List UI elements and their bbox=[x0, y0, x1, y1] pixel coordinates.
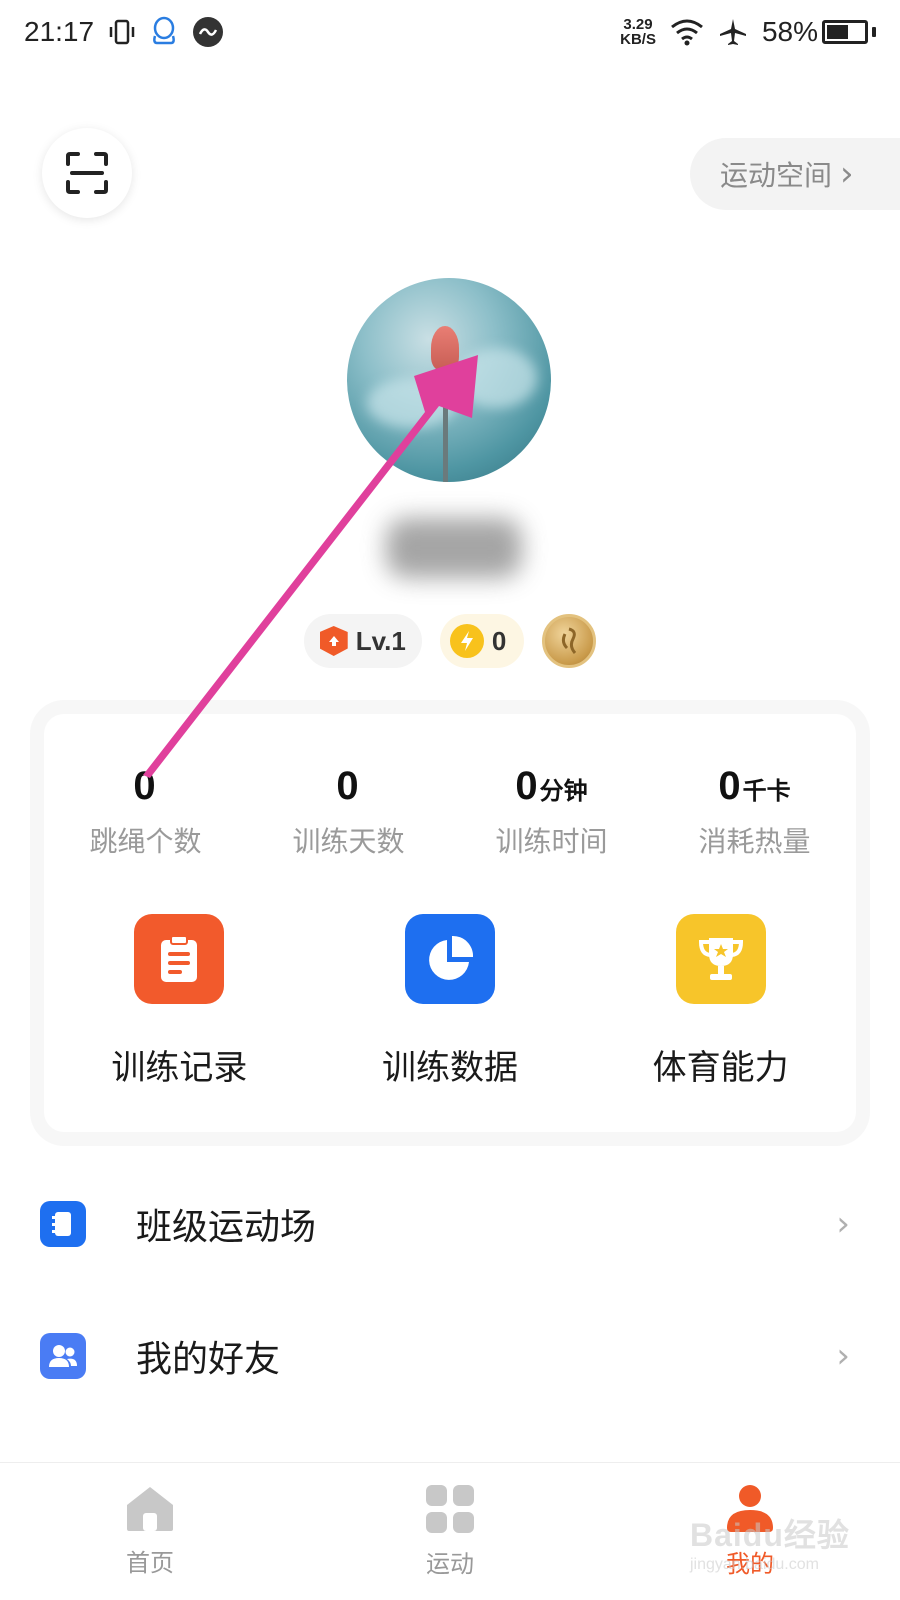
wifi-icon bbox=[671, 19, 703, 46]
avatar[interactable] bbox=[347, 278, 551, 482]
profile-badges: Lv.1 0 bbox=[0, 614, 900, 668]
stat-rope-count[interactable]: 0 跳绳个数 bbox=[44, 764, 247, 860]
stat-number: 0 bbox=[718, 764, 741, 808]
stat-value: 0 bbox=[247, 764, 450, 814]
airplane-icon bbox=[719, 19, 746, 45]
stats-card: 0 跳绳个数 0 训练天数 0分钟 训练时间 0千卡 消耗热量 训练记录 训练数… bbox=[44, 714, 856, 1132]
chevron-right-icon: › bbox=[836, 1204, 850, 1244]
tools-row: 训练记录 训练数据 体育能力 bbox=[44, 914, 856, 1089]
level-badge[interactable]: Lv.1 bbox=[303, 614, 422, 668]
energy-badge[interactable]: 0 bbox=[439, 614, 525, 668]
home-icon bbox=[127, 1487, 173, 1531]
network-speed: 3.29 KB/S bbox=[620, 17, 656, 47]
scan-button[interactable] bbox=[42, 128, 132, 218]
chevron-right-icon: › bbox=[840, 154, 854, 194]
lightning-icon bbox=[449, 624, 484, 658]
energy-count: 0 bbox=[491, 625, 507, 656]
friends-icon bbox=[40, 1333, 86, 1379]
nickname-blurred bbox=[386, 518, 522, 578]
tool-icon-tile bbox=[405, 914, 495, 1004]
chevron-right-icon: › bbox=[836, 1336, 850, 1376]
avatar-cloud bbox=[457, 348, 537, 408]
stat-label: 训练时间 bbox=[495, 825, 608, 858]
stat-label: 训练天数 bbox=[292, 825, 405, 858]
stats-row: 0 跳绳个数 0 训练天数 0分钟 训练时间 0千卡 消耗热量 bbox=[44, 764, 856, 860]
medal-icon[interactable] bbox=[542, 614, 597, 668]
avatar-flower bbox=[431, 326, 459, 370]
stat-label: 跳绳个数 bbox=[89, 825, 202, 858]
network-speed-value: 3.29 bbox=[623, 16, 653, 33]
stat-value: 0 bbox=[44, 764, 247, 814]
trophy-icon bbox=[698, 938, 743, 980]
training-records-button[interactable]: 训练记录 bbox=[44, 914, 315, 1089]
my-friends-item[interactable]: 我的好友 › bbox=[0, 1306, 900, 1406]
class-playground-item[interactable]: 班级运动场 › bbox=[0, 1174, 900, 1274]
stat-training-days[interactable]: 0 训练天数 bbox=[247, 764, 450, 860]
scan-icon bbox=[66, 152, 108, 194]
battery-tip bbox=[872, 27, 876, 37]
watermark-logo: Baidu经验 bbox=[690, 1517, 850, 1553]
level-text: Lv.1 bbox=[355, 625, 406, 656]
battery: 58% bbox=[762, 16, 876, 48]
battery-level-fill bbox=[827, 25, 848, 39]
stat-calories[interactable]: 0千卡 消耗热量 bbox=[653, 764, 856, 860]
notebook-icon bbox=[40, 1201, 86, 1247]
status-bar-right: 3.29 KB/S 58% bbox=[620, 16, 876, 48]
tool-icon-tile bbox=[675, 914, 766, 1004]
stat-number: 0 bbox=[336, 764, 359, 808]
stat-unit: 千卡 bbox=[742, 778, 791, 805]
nav-home[interactable]: 首页 bbox=[0, 1463, 300, 1600]
tool-label: 体育能力 bbox=[652, 1048, 789, 1088]
nav-label: 首页 bbox=[126, 1549, 174, 1577]
sports-space-label: 运动空间 bbox=[720, 159, 833, 192]
sports-ability-button[interactable]: 体育能力 bbox=[585, 914, 856, 1089]
menu-label: 班级运动场 bbox=[136, 1207, 317, 1248]
tool-label: 训练记录 bbox=[111, 1048, 248, 1088]
level-shield-icon bbox=[319, 626, 348, 656]
stat-value: 0分钟 bbox=[450, 764, 653, 814]
battery-percent: 58% bbox=[761, 16, 818, 47]
app-notification-icon bbox=[193, 17, 224, 47]
stat-value: 0千卡 bbox=[653, 764, 856, 814]
menu-label: 我的好友 bbox=[136, 1339, 281, 1380]
stat-unit: 分钟 bbox=[539, 778, 588, 805]
status-time: 21:17 bbox=[24, 16, 95, 47]
pie-chart-icon bbox=[429, 935, 474, 980]
sports-space-button[interactable]: 运动空间 › bbox=[690, 138, 900, 210]
qq-icon bbox=[153, 16, 175, 45]
stat-label: 消耗热量 bbox=[698, 825, 811, 858]
training-data-button[interactable]: 训练数据 bbox=[315, 914, 586, 1089]
tool-label: 训练数据 bbox=[382, 1048, 518, 1088]
status-bar: 21:17 3.29 KB/S 58% bbox=[0, 0, 900, 64]
tool-icon-tile bbox=[134, 914, 225, 1004]
status-bar-left: 21:17 bbox=[24, 16, 224, 48]
network-speed-unit: KB/S bbox=[620, 31, 656, 48]
stat-number: 0 bbox=[133, 764, 156, 808]
stat-training-time[interactable]: 0分钟 训练时间 bbox=[450, 764, 653, 860]
nav-label: 运动 bbox=[426, 1550, 474, 1578]
vibrate-icon bbox=[109, 19, 135, 45]
watermark-url: jingyan.baidu.com bbox=[690, 1556, 819, 1573]
grid-icon bbox=[426, 1485, 474, 1533]
clipboard-icon bbox=[161, 935, 198, 982]
battery-icon bbox=[822, 20, 868, 44]
stat-number: 0 bbox=[515, 764, 538, 808]
nav-sports[interactable]: 运动 bbox=[300, 1463, 600, 1600]
